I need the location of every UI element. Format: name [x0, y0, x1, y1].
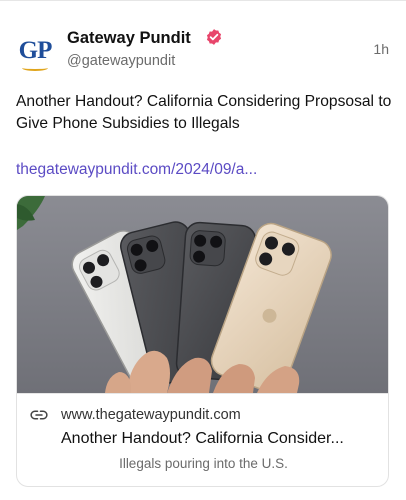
avatar[interactable]: GP — [15, 34, 55, 74]
avatar-swoosh — [22, 65, 48, 71]
post-timestamp[interactable]: 1h — [373, 40, 389, 58]
link-card-domain: www.thegatewaypundit.com — [61, 407, 241, 423]
link-card-meta: www.thegatewaypundit.com Another Handout… — [17, 393, 388, 486]
link-card-description: Illegals pouring into the U.S. — [119, 456, 288, 471]
divider — [0, 0, 406, 1]
link-card-image — [17, 196, 388, 393]
link-card-title[interactable]: Another Handout? California Consider... — [61, 429, 379, 449]
verified-badge-icon — [206, 29, 222, 45]
link-icon — [30, 410, 48, 420]
post-text: Another Handout? California Considering … — [16, 93, 392, 132]
social-post: GP Gateway Pundit @gatewaypundit 1h Anot… — [0, 0, 406, 500]
link-card[interactable]: www.thegatewaypundit.com Another Handout… — [16, 195, 389, 487]
author-name[interactable]: Gateway Pundit — [67, 28, 191, 48]
avatar-logo-text: GP — [18, 36, 53, 64]
author-handle[interactable]: @gatewaypundit — [67, 52, 175, 70]
post-link[interactable]: thegatewaypundit.com/2024/09/a... — [16, 160, 257, 180]
